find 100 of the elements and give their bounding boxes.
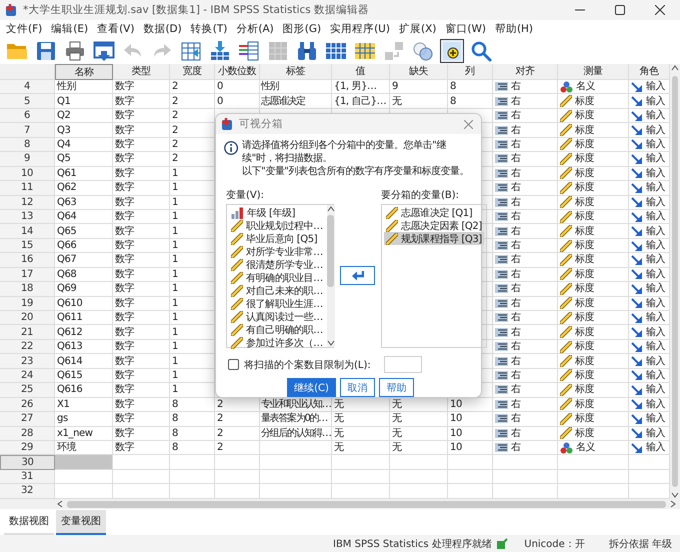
columns-cell[interactable]: 10 [448, 412, 493, 426]
variable-name[interactable]: X1 [55, 398, 113, 412]
variable-name[interactable]: Q61 [55, 166, 113, 182]
missing-cell[interactable]: 无 [390, 94, 448, 109]
columns-cell[interactable]: 10 [448, 440, 493, 456]
menu-item[interactable]: 文件(F) [4, 22, 50, 36]
values-cell[interactable]: {1, 自己}… [332, 94, 390, 109]
row-number[interactable]: 32 [0, 484, 55, 499]
type-cell[interactable]: 数字 [113, 426, 170, 441]
row-number[interactable]: 29 [0, 440, 55, 456]
column-header[interactable]: 缺失 [390, 64, 448, 80]
decimals-cell[interactable]: 2 [215, 412, 260, 426]
row-number[interactable]: 20 [0, 311, 55, 326]
menu-item[interactable]: 查看(V) [95, 22, 142, 36]
row-number[interactable]: 10 [0, 166, 55, 182]
values-cell[interactable]: 无 [332, 440, 390, 456]
variable-name[interactable]: Q615 [55, 368, 113, 384]
table-icon[interactable] [325, 40, 347, 62]
type-cell[interactable]: 数字 [113, 166, 170, 182]
printer-icon[interactable] [64, 40, 86, 62]
variable-name[interactable]: Q611 [55, 311, 113, 326]
column-header[interactable]: 类型 [113, 64, 170, 80]
values-cell[interactable]: 无 [332, 412, 390, 426]
menu-item[interactable]: 分析(A) [234, 22, 281, 36]
type-cell[interactable]: 数字 [113, 282, 170, 297]
missing-cell[interactable]: 9 [390, 80, 448, 94]
column-header[interactable]: 值 [332, 64, 390, 80]
width-cell[interactable]: 2 [170, 80, 215, 94]
type-cell[interactable]: 数字 [113, 296, 170, 311]
row-number[interactable]: 22 [0, 340, 55, 354]
scrollbar[interactable] [670, 64, 680, 499]
decimals-cell[interactable]: 0 [215, 94, 260, 109]
column-header[interactable]: 角色 [629, 64, 670, 80]
row-number[interactable]: 12 [0, 196, 55, 210]
scroll-right-icon[interactable] [669, 500, 677, 508]
list-item[interactable]: 认真阅读过一些… [229, 310, 325, 323]
variable-name[interactable]: Q4 [55, 138, 113, 152]
missing-cell[interactable]: 无 [390, 440, 448, 456]
variable-name[interactable]: Q612 [55, 325, 113, 340]
variable-name[interactable]: Q5 [55, 152, 113, 167]
label-cell[interactable]: 志愿谁决定 [260, 94, 332, 109]
type-cell[interactable]: 数字 [113, 268, 170, 282]
type-cell[interactable]: 数字 [113, 354, 170, 369]
list-item[interactable]: 年级 [年级] [229, 206, 325, 219]
variable-name[interactable]: Q69 [55, 282, 113, 297]
list-item[interactable]: 很了解职业生涯… [229, 297, 325, 310]
scroll-down-icon[interactable] [326, 339, 335, 347]
row-number[interactable]: 15 [0, 238, 55, 254]
variable-name[interactable]: Q68 [55, 268, 113, 282]
variable-name[interactable]: Q63 [55, 196, 113, 210]
variable-name[interactable]: Q65 [55, 224, 113, 239]
list-item[interactable]: 有自己明确的职… [229, 323, 325, 336]
row-number[interactable]: 6 [0, 108, 55, 124]
variable-name[interactable]: Q1 [55, 94, 113, 109]
column-header[interactable]: 宽度 [170, 64, 215, 80]
type-cell[interactable]: 数字 [113, 383, 170, 398]
width-cell[interactable]: 8 [170, 426, 215, 441]
table-arrow-icon[interactable] [180, 40, 202, 62]
decimals-cell[interactable]: 2 [215, 426, 260, 441]
variable-name[interactable]: Q616 [55, 383, 113, 398]
scrollbar[interactable] [326, 205, 335, 347]
type-cell[interactable]: 数字 [113, 80, 170, 94]
variable-name[interactable]: Q3 [55, 123, 113, 138]
row-number[interactable]: 11 [0, 181, 55, 196]
type-cell[interactable]: 数字 [113, 311, 170, 326]
view-tab[interactable]: 变量视图 [56, 510, 106, 535]
variable-name[interactable]: Q67 [55, 253, 113, 268]
window-icon[interactable] [93, 40, 115, 62]
move-button[interactable] [340, 266, 375, 285]
decimals-cell[interactable]: 2 [215, 440, 260, 456]
variable-name[interactable]: Q2 [55, 108, 113, 124]
column-header[interactable]: 小数位数 [215, 64, 260, 80]
list-item[interactable]: 毕业后意向 [Q5] [229, 232, 325, 245]
width-cell[interactable]: 2 [170, 108, 215, 124]
columns-cell[interactable]: 8 [448, 94, 493, 109]
row-number[interactable]: 26 [0, 398, 55, 412]
table-icon[interactable] [354, 40, 376, 62]
list-item[interactable]: 志愿决定因素 [Q2] [384, 219, 484, 232]
variable-name[interactable]: Q62 [55, 181, 113, 196]
row-number[interactable]: 23 [0, 354, 55, 369]
column-header[interactable]: 测量 [558, 64, 629, 80]
dialog-button[interactable]: 继续(C) [287, 378, 336, 397]
type-cell[interactable]: 数字 [113, 398, 170, 412]
type-cell[interactable]: 数字 [113, 224, 170, 239]
row-number[interactable]: 19 [0, 296, 55, 311]
close-icon[interactable] [655, 5, 665, 15]
row-number[interactable]: 9 [0, 152, 55, 167]
menu-item[interactable]: 帮助(H) [492, 22, 540, 36]
scroll-up-icon[interactable] [671, 64, 679, 72]
row-number[interactable]: 8 [0, 138, 55, 152]
type-cell[interactable]: 数字 [113, 196, 170, 210]
column-header[interactable]: 对齐 [493, 64, 558, 80]
missing-cell[interactable]: 无 [390, 426, 448, 441]
label-cell[interactable]: 量表答案为0的… [260, 412, 332, 426]
row-number[interactable]: 16 [0, 253, 55, 268]
type-cell[interactable]: 数字 [113, 210, 170, 224]
menu-item[interactable]: 实用程序(U) [328, 22, 397, 36]
variable-name[interactable]: Q66 [55, 238, 113, 254]
search-icon[interactable] [470, 40, 492, 62]
list-item[interactable]: 规划课程指导 [Q3] [384, 232, 484, 245]
